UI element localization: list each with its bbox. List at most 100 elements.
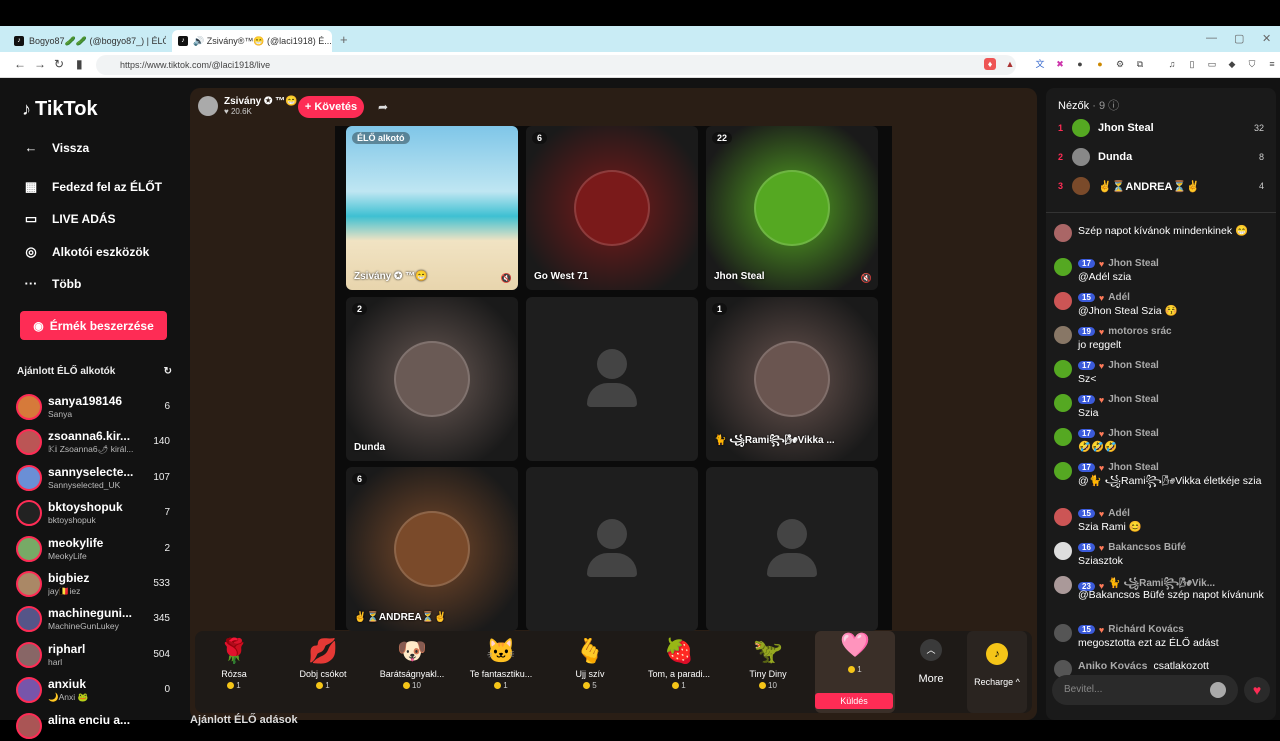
chat-username[interactable]: Jhon Steal xyxy=(1108,258,1159,269)
creator-item[interactable]: ripharl harl 504 xyxy=(16,640,172,670)
creator-avatar[interactable] xyxy=(16,571,42,597)
gift-item[interactable]: 🦖 Tiny Diny 10 xyxy=(728,637,808,690)
like-button[interactable]: ♥ xyxy=(1244,677,1270,703)
chat-username[interactable]: Richárd Kovács xyxy=(1108,624,1184,635)
chat-avatar[interactable] xyxy=(1054,258,1072,276)
menu-icon[interactable]: ≡ xyxy=(1266,58,1278,70)
browser-tab-1[interactable]: ♪ Bogyo87🥒🥒 (@bogyo87_) | ÉLŐ a... xyxy=(8,30,166,52)
creator-avatar[interactable] xyxy=(16,535,42,562)
guest-tile[interactable]: 6 ✌⏳ANDREA⏳✌ xyxy=(346,467,518,631)
host-avatar[interactable] xyxy=(198,96,218,116)
extension-icon[interactable]: ✖ xyxy=(1054,58,1066,70)
guest-tile[interactable]: 1 🐈 ꧁Rami꧂🌬Vikka ... xyxy=(706,297,878,461)
bookmark-icon[interactable]: ▮ xyxy=(76,57,83,71)
chat-username[interactable]: motoros srác xyxy=(1108,326,1171,337)
chat-avatar[interactable] xyxy=(1054,292,1072,310)
guest-tile[interactable]: 22 Jhon Steal 🔇 xyxy=(706,126,878,290)
emoji-icon[interactable] xyxy=(1210,682,1226,698)
chat-avatar[interactable] xyxy=(1054,462,1072,480)
info-icon[interactable]: ⓘ xyxy=(1108,100,1119,112)
back-icon[interactable]: ← xyxy=(14,57,26,71)
extension-icon[interactable]: ● xyxy=(1094,58,1106,70)
gift-item[interactable]: 🫰 Ujj szív 5 xyxy=(550,637,630,690)
follow-button[interactable]: + Követés xyxy=(298,96,364,118)
extensions-icon[interactable]: ⧉ xyxy=(1134,58,1146,70)
chat-username[interactable]: Bakancsos Büfé xyxy=(1108,542,1186,553)
chat-avatar[interactable] xyxy=(1054,576,1072,594)
translate-icon[interactable]: 文 xyxy=(1034,58,1046,70)
nav-live[interactable]: ▭ LIVE ADÁS xyxy=(22,211,116,227)
chat-avatar[interactable] xyxy=(1054,542,1072,560)
brave-shield-icon[interactable]: ♦ xyxy=(984,58,996,70)
creator-item[interactable]: sanya198146 Sanya 6 xyxy=(16,392,172,422)
guest-tile[interactable] xyxy=(706,467,878,631)
creator-item[interactable]: machineguni... MachineGunLukey 345 xyxy=(16,604,172,634)
chat-username[interactable]: Jhon Steal xyxy=(1108,360,1159,371)
guest-tile[interactable]: ÉLŐ alkotó Zsivány ✪ ™😁 🔇 xyxy=(346,126,518,290)
chat-username[interactable]: Jhon Steal xyxy=(1108,428,1159,439)
chat-username[interactable]: Adél xyxy=(1108,292,1130,303)
creator-item[interactable]: meokylife MeokyLife 2 xyxy=(16,534,172,564)
chat-avatar[interactable] xyxy=(1054,394,1072,412)
gift-item[interactable]: 🐶 Barátságnyakl... 10 xyxy=(372,637,452,690)
creator-avatar[interactable] xyxy=(16,712,42,739)
more-gifts-button[interactable]: ︿ More xyxy=(907,639,955,685)
send-gift-button[interactable]: Küldés xyxy=(815,693,893,709)
host-info[interactable]: Zsivány ✪ ™😁 ♥ 20.6K xyxy=(198,96,298,116)
vpn-icon[interactable]: ◆ xyxy=(1226,58,1238,70)
music-icon[interactable]: ♫ xyxy=(1166,58,1178,70)
guest-tile[interactable]: 6 Go West 71 xyxy=(526,126,698,290)
tiktok-logo[interactable]: ♪ TikTok xyxy=(22,98,98,121)
close-window-icon[interactable]: ✕ xyxy=(1262,32,1271,45)
creator-avatar[interactable] xyxy=(16,394,42,420)
viewer-row[interactable]: 3 ✌⏳ANDREA⏳✌ 4 xyxy=(1058,174,1264,198)
extension-icon[interactable]: ● xyxy=(1074,58,1086,70)
forward-icon[interactable]: → xyxy=(34,57,46,71)
creator-avatar[interactable] xyxy=(16,464,42,491)
reload-icon[interactable]: ↻ xyxy=(54,57,64,71)
creator-item[interactable]: bigbiez jay🇧🇪iez 533 xyxy=(16,569,172,599)
shield-icon[interactable]: ⛉ xyxy=(1246,58,1258,70)
viewer-row[interactable]: 1 Jhon Steal 32 xyxy=(1058,116,1264,140)
creator-item[interactable]: zsoanna6.kir... 𝕂𝕚 Zsoanna6🌶 királ... 140 xyxy=(16,427,172,457)
creator-avatar[interactable] xyxy=(16,606,42,633)
back-link[interactable]: ← Vissza xyxy=(22,140,90,155)
sidebar-icon[interactable]: ▯ xyxy=(1186,58,1198,70)
new-tab-button[interactable]: + xyxy=(340,32,348,47)
viewer-avatar[interactable] xyxy=(1072,119,1090,137)
wallet-icon[interactable]: ▭ xyxy=(1206,58,1218,70)
creator-item[interactable]: anxiuk 🌙Anxi 🐸 0 xyxy=(16,675,172,705)
creator-avatar[interactable] xyxy=(16,500,42,527)
recharge-button[interactable]: ♪ Recharge ^ xyxy=(967,631,1027,713)
gift-item[interactable]: 💋 Dobj csókot 1 xyxy=(283,637,363,690)
nav-more[interactable]: ··· Több xyxy=(22,276,82,291)
nav-explore-live[interactable]: ▦ Fedezd fel az ÉLŐT xyxy=(22,179,162,195)
chat-avatar[interactable] xyxy=(1054,224,1072,242)
creator-avatar[interactable] xyxy=(16,641,42,668)
chat-avatar[interactable] xyxy=(1054,360,1072,378)
chat-username[interactable]: Aniko Kovács xyxy=(1078,660,1147,672)
rewards-icon[interactable]: ▲ xyxy=(1004,58,1016,70)
chat-avatar[interactable] xyxy=(1054,428,1072,446)
minimize-icon[interactable]: — xyxy=(1206,32,1217,44)
refresh-icon[interactable]: ↻ xyxy=(164,366,172,377)
viewer-row[interactable]: 2 Dunda 8 xyxy=(1058,145,1264,169)
maximize-icon[interactable]: ▢ xyxy=(1234,32,1244,45)
browser-tab-2[interactable]: ♪ 🔊 Zsivány®™😁 (@laci1918) É... ✕ xyxy=(172,30,332,52)
chat-avatar[interactable] xyxy=(1054,508,1072,526)
chat-avatar[interactable] xyxy=(1054,326,1072,344)
guest-tile[interactable] xyxy=(526,467,698,631)
creator-item[interactable]: alina enciu a... xyxy=(16,711,172,741)
gift-item[interactable]: 🐱 Te fantasztiku... 1 xyxy=(461,637,541,690)
nav-creator-tools[interactable]: ◎ Alkotói eszközök xyxy=(22,244,149,260)
selected-gift[interactable]: 🩷 1 Küldés xyxy=(815,631,895,713)
creator-item[interactable]: sannyselecte... Sannyselected_UK 107 xyxy=(16,463,172,493)
guest-tile[interactable] xyxy=(526,297,698,461)
gift-item[interactable]: 🍓 Tom, a paradi... 1 xyxy=(639,637,719,690)
chat-username[interactable]: Adél xyxy=(1108,508,1130,519)
viewer-avatar[interactable] xyxy=(1072,177,1090,195)
creator-avatar[interactable] xyxy=(16,677,42,704)
chat-username[interactable]: Jhon Steal xyxy=(1108,462,1159,473)
creator-avatar[interactable] xyxy=(16,429,42,456)
share-icon[interactable]: ➦ xyxy=(378,100,388,114)
